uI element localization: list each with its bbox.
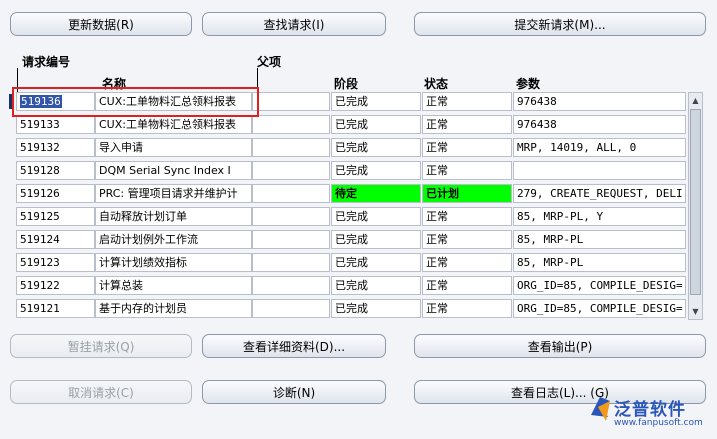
parent-cell[interactable] xyxy=(252,138,330,157)
request-name-cell[interactable]: 基于内存的计划员 xyxy=(95,299,252,318)
params-cell[interactable]: 279, CREATE_REQUEST, DELI xyxy=(513,184,686,203)
fanpusoft-logo-icon xyxy=(591,397,610,421)
phase-cell[interactable]: 已完成 xyxy=(331,299,421,318)
request-id-cell[interactable]: 519132 xyxy=(16,138,95,157)
parent-cell[interactable] xyxy=(252,230,330,249)
annotation-highlight-box xyxy=(12,87,259,117)
status-cell[interactable]: 已计划 xyxy=(422,184,512,203)
params-cell[interactable]: 976438 xyxy=(513,92,686,111)
fanpusoft-watermark: 泛普软件 www.fanpusoft.com xyxy=(588,393,717,439)
status-cell[interactable]: 正常 xyxy=(422,92,512,111)
status-cell[interactable]: 正常 xyxy=(422,230,512,249)
phase-cell[interactable]: 已完成 xyxy=(331,207,421,226)
request-name-cell[interactable]: 计算计划绩效指标 xyxy=(95,253,252,272)
status-cell[interactable]: 正常 xyxy=(422,276,512,295)
parent-cell[interactable] xyxy=(252,115,330,134)
header-status: 状态 xyxy=(424,77,449,91)
phase-cell[interactable]: 已完成 xyxy=(331,253,421,272)
parent-cell[interactable] xyxy=(252,207,330,226)
status-cell[interactable]: 正常 xyxy=(422,207,512,226)
params-cell[interactable]: 85, MRP-PL xyxy=(513,253,686,272)
refresh-data-button[interactable]: 更新数据(R) xyxy=(10,12,192,36)
status-cell[interactable]: 正常 xyxy=(422,253,512,272)
status-cell[interactable]: 正常 xyxy=(422,161,512,180)
request-id-cell[interactable]: 519133 xyxy=(16,115,95,134)
phase-cell[interactable]: 已完成 xyxy=(331,92,421,111)
request-name-cell[interactable]: DQM Serial Sync Index I xyxy=(95,161,252,180)
request-id-cell[interactable]: 519122 xyxy=(16,276,95,295)
request-name-cell[interactable]: 导入申请 xyxy=(95,138,252,157)
request-id-cell[interactable]: 519126 xyxy=(16,184,95,203)
watermark-brand: 泛普软件 xyxy=(614,400,686,420)
header-request-id: 请求编号 xyxy=(22,55,71,69)
request-id-cell[interactable]: 519128 xyxy=(16,161,95,180)
params-cell[interactable]: MRP, 14019, ALL, 0 xyxy=(513,138,686,157)
header-parent: 父项 xyxy=(257,55,282,69)
cancel-request-button[interactable]: 取消请求(C) xyxy=(10,380,192,404)
scroll-thumb[interactable] xyxy=(690,109,701,295)
params-cell[interactable]: ORG_ID=85, COMPILE_DESIG= xyxy=(513,299,686,318)
request-id-cell[interactable]: 519124 xyxy=(16,230,95,249)
params-cell[interactable]: 976438 xyxy=(513,115,686,134)
status-cell[interactable]: 正常 xyxy=(422,299,512,318)
request-id-cell[interactable]: 519121 xyxy=(16,299,95,318)
parent-cell[interactable] xyxy=(252,299,330,318)
scroll-down-arrow-icon[interactable]: ▼ xyxy=(689,305,702,318)
status-cell[interactable]: 正常 xyxy=(422,115,512,134)
header-params: 参数 xyxy=(516,77,541,91)
phase-cell[interactable]: 已完成 xyxy=(331,276,421,295)
table-scrollbar[interactable]: ▲ ▼ xyxy=(688,92,703,320)
hold-request-button[interactable]: 暂挂请求(Q) xyxy=(10,334,192,358)
view-output-button[interactable]: 查看输出(P) xyxy=(414,334,706,358)
params-cell[interactable]: 85, MRP-PL, Y xyxy=(513,207,686,226)
parent-cell[interactable] xyxy=(252,276,330,295)
parent-cell[interactable] xyxy=(252,253,330,272)
request-name-cell[interactable]: 计算总装 xyxy=(95,276,252,295)
request-name-cell[interactable]: 自动释放计划订单 xyxy=(95,207,252,226)
diagnose-button[interactable]: 诊断(N) xyxy=(202,380,386,404)
parent-cell[interactable] xyxy=(252,161,330,180)
request-id-cell[interactable]: 519125 xyxy=(16,207,95,226)
request-name-cell[interactable]: PRC: 管理项目请求并维护计 xyxy=(95,184,252,203)
params-cell[interactable]: 85, MRP-PL xyxy=(513,230,686,249)
request-id-cell[interactable]: 519123 xyxy=(16,253,95,272)
request-name-cell[interactable]: CUX:工单物料汇总领料报表 xyxy=(95,115,252,134)
phase-cell[interactable]: 待定 xyxy=(331,184,421,203)
status-cell[interactable]: 正常 xyxy=(422,138,512,157)
parent-cell[interactable] xyxy=(252,184,330,203)
phase-cell[interactable]: 已完成 xyxy=(331,115,421,134)
params-cell[interactable]: ORG_ID=85, COMPILE_DESIG= xyxy=(513,276,686,295)
header-phase: 阶段 xyxy=(334,77,359,91)
scroll-up-arrow-icon[interactable]: ▲ xyxy=(689,94,702,107)
parent-cell[interactable] xyxy=(252,92,330,111)
view-details-button[interactable]: 查看详细资料(D)... xyxy=(202,334,386,358)
request-name-cell[interactable]: 启动计划例外工作流 xyxy=(95,230,252,249)
watermark-url: www.fanpusoft.com xyxy=(614,418,703,428)
params-cell[interactable] xyxy=(513,161,686,180)
phase-cell[interactable]: 已完成 xyxy=(331,161,421,180)
phase-cell[interactable]: 已完成 xyxy=(331,138,421,157)
phase-cell[interactable]: 已完成 xyxy=(331,230,421,249)
find-request-button[interactable]: 查找请求(I) xyxy=(202,12,386,36)
submit-new-request-button[interactable]: 提交新请求(M)... xyxy=(414,12,706,36)
